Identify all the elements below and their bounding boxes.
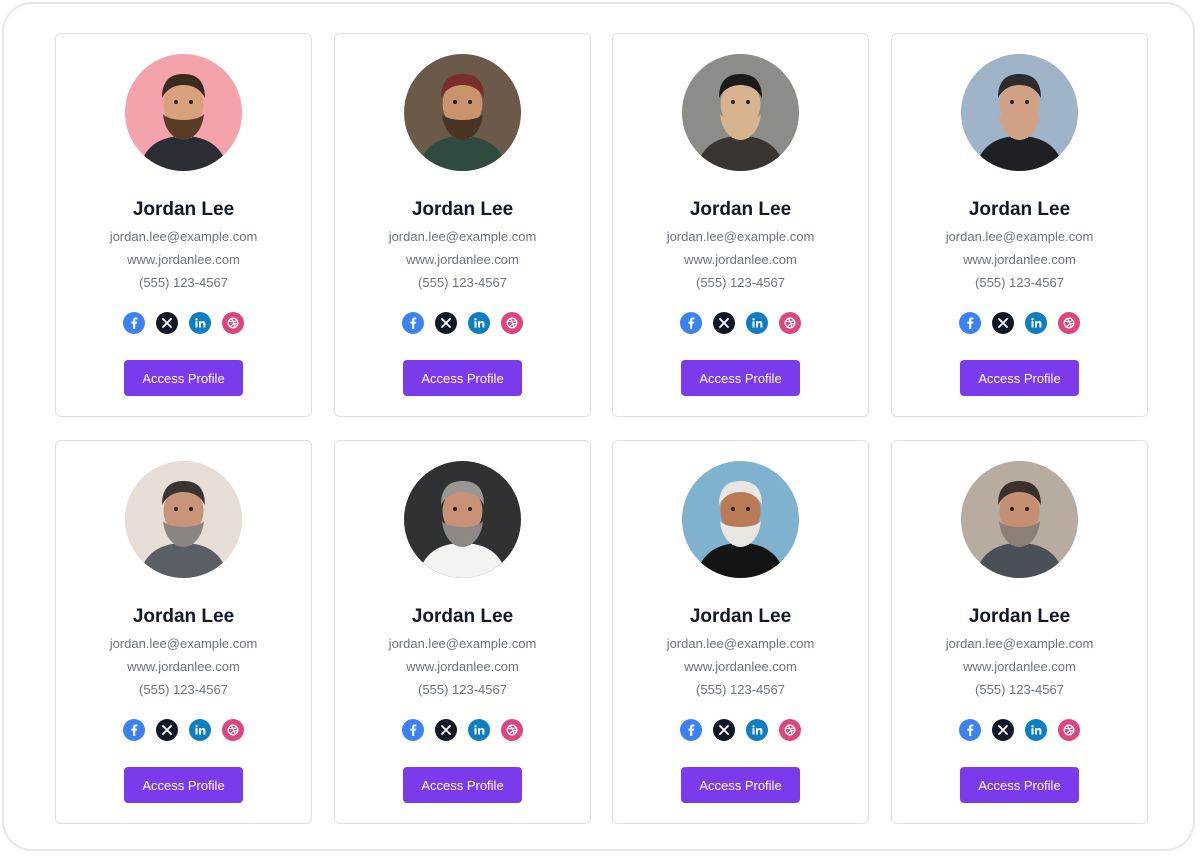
linkedin-icon[interactable] xyxy=(189,719,211,741)
profile-website: www.jordanlee.com xyxy=(406,252,519,267)
profile-name: Jordan Lee xyxy=(132,199,235,220)
dribbble-icon[interactable] xyxy=(779,312,801,334)
social-links xyxy=(892,719,1147,741)
profile-email: jordan.lee@example.com xyxy=(388,636,537,651)
linkedin-icon[interactable] xyxy=(468,312,490,334)
profile-card: Jordan Lee jordan.lee@example.com www.jord… xyxy=(55,33,312,417)
access-profile-button[interactable]: Access Profile xyxy=(681,360,800,396)
profile-card: Jordan Lee jordan.lee@example.com www.jord… xyxy=(891,33,1148,417)
profile-website: www.jordanlee.com xyxy=(684,252,797,267)
facebook-icon[interactable] xyxy=(123,719,145,741)
avatar xyxy=(404,54,521,171)
profile-website: www.jordanlee.com xyxy=(963,252,1076,267)
profile-name: Jordan Lee xyxy=(968,606,1071,627)
profile-name: Jordan Lee xyxy=(689,199,792,220)
avatar xyxy=(961,461,1078,578)
profile-name: Jordan Lee xyxy=(411,199,514,220)
avatar xyxy=(682,54,799,171)
linkedin-icon[interactable] xyxy=(1025,719,1047,741)
profile-phone: (555) 123-4567 xyxy=(696,275,785,290)
x-icon[interactable] xyxy=(713,719,735,741)
facebook-icon[interactable] xyxy=(402,312,424,334)
social-links xyxy=(56,312,311,334)
dribbble-icon[interactable] xyxy=(1058,312,1080,334)
social-links xyxy=(892,312,1147,334)
profile-website: www.jordanlee.com xyxy=(684,659,797,674)
profile-website: www.jordanlee.com xyxy=(963,659,1076,674)
dribbble-icon[interactable] xyxy=(222,719,244,741)
linkedin-icon[interactable] xyxy=(746,719,768,741)
profile-email: jordan.lee@example.com xyxy=(388,229,537,244)
profile-phone: (555) 123-4567 xyxy=(975,275,1064,290)
profile-name: Jordan Lee xyxy=(968,199,1071,220)
profile-phone: (555) 123-4567 xyxy=(139,275,228,290)
access-profile-button[interactable]: Access Profile xyxy=(124,767,243,803)
social-links xyxy=(335,719,590,741)
profile-email: jordan.lee@example.com xyxy=(666,229,815,244)
profile-phone: (555) 123-4567 xyxy=(418,682,507,697)
profile-name: Jordan Lee xyxy=(411,606,514,627)
facebook-icon[interactable] xyxy=(123,312,145,334)
x-icon[interactable] xyxy=(713,312,735,334)
x-icon[interactable] xyxy=(435,719,457,741)
social-links xyxy=(335,312,590,334)
profile-email: jordan.lee@example.com xyxy=(109,636,258,651)
profile-phone: (555) 123-4567 xyxy=(975,682,1064,697)
linkedin-icon[interactable] xyxy=(746,312,768,334)
avatar xyxy=(961,54,1078,171)
social-links xyxy=(613,312,868,334)
facebook-icon[interactable] xyxy=(680,719,702,741)
avatar xyxy=(125,461,242,578)
linkedin-icon[interactable] xyxy=(1025,312,1047,334)
dribbble-icon[interactable] xyxy=(779,719,801,741)
access-profile-button[interactable]: Access Profile xyxy=(960,360,1079,396)
social-links xyxy=(613,719,868,741)
profile-card: Jordan Lee jordan.lee@example.com www.jord… xyxy=(334,33,591,417)
x-icon[interactable] xyxy=(156,719,178,741)
facebook-icon[interactable] xyxy=(680,312,702,334)
access-profile-button[interactable]: Access Profile xyxy=(403,767,522,803)
profile-phone: (555) 123-4567 xyxy=(696,682,785,697)
avatar xyxy=(404,461,521,578)
avatar xyxy=(682,461,799,578)
profile-website: www.jordanlee.com xyxy=(127,252,240,267)
x-icon[interactable] xyxy=(992,719,1014,741)
dribbble-icon[interactable] xyxy=(222,312,244,334)
profile-email: jordan.lee@example.com xyxy=(945,636,1094,651)
x-icon[interactable] xyxy=(156,312,178,334)
access-profile-button[interactable]: Access Profile xyxy=(403,360,522,396)
access-profile-button[interactable]: Access Profile xyxy=(681,767,800,803)
dribbble-icon[interactable] xyxy=(501,312,523,334)
profile-name: Jordan Lee xyxy=(132,606,235,627)
facebook-icon[interactable] xyxy=(402,719,424,741)
profile-card: Jordan Lee jordan.lee@example.com www.jord… xyxy=(612,440,869,824)
avatar xyxy=(125,54,242,171)
social-links xyxy=(56,719,311,741)
access-profile-button[interactable]: Access Profile xyxy=(960,767,1079,803)
facebook-icon[interactable] xyxy=(959,312,981,334)
dribbble-icon[interactable] xyxy=(501,719,523,741)
profile-card: Jordan Lee jordan.lee@example.com www.jord… xyxy=(891,440,1148,824)
linkedin-icon[interactable] xyxy=(189,312,211,334)
profile-email: jordan.lee@example.com xyxy=(666,636,815,651)
access-profile-button[interactable]: Access Profile xyxy=(124,360,243,396)
profile-website: www.jordanlee.com xyxy=(406,659,519,674)
facebook-icon[interactable] xyxy=(959,719,981,741)
x-icon[interactable] xyxy=(992,312,1014,334)
profile-email: jordan.lee@example.com xyxy=(945,229,1094,244)
profile-card: Jordan Lee jordan.lee@example.com www.jord… xyxy=(55,440,312,824)
profile-card: Jordan Lee jordan.lee@example.com www.jord… xyxy=(334,440,591,824)
linkedin-icon[interactable] xyxy=(468,719,490,741)
dribbble-icon[interactable] xyxy=(1058,719,1080,741)
profile-website: www.jordanlee.com xyxy=(127,659,240,674)
profile-email: jordan.lee@example.com xyxy=(109,229,258,244)
x-icon[interactable] xyxy=(435,312,457,334)
profile-phone: (555) 123-4567 xyxy=(139,682,228,697)
profile-card: Jordan Lee jordan.lee@example.com www.jord… xyxy=(612,33,869,417)
profile-name: Jordan Lee xyxy=(689,606,792,627)
profile-phone: (555) 123-4567 xyxy=(418,275,507,290)
